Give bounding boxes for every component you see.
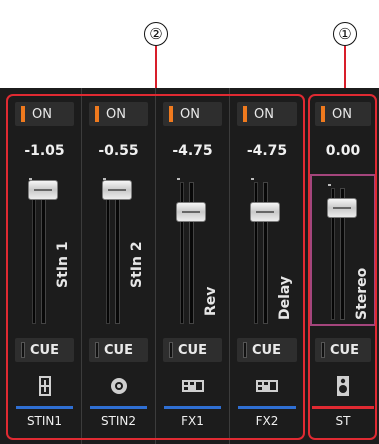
callout-2-leader — [155, 46, 157, 94]
cue-button[interactable]: CUE — [163, 338, 222, 362]
channel-name-vertical: StIn 1 — [55, 241, 71, 288]
fader-area: Stereo — [308, 174, 378, 326]
channel-color-bar — [164, 406, 221, 409]
cue-led — [243, 342, 247, 358]
fader-knob[interactable] — [327, 198, 357, 218]
fader-area: StIn 1 — [12, 174, 77, 326]
input-jack-icon — [12, 373, 77, 399]
channel-color-bar — [16, 406, 73, 409]
level-readout: -0.55 — [98, 143, 139, 159]
channel-name: FX1 — [181, 414, 204, 428]
level-readout: -4.75 — [246, 143, 288, 159]
channel-strip-stin2: ON -0.55 StIn 2 CUE STIN2 — [82, 88, 156, 444]
cue-led — [169, 342, 173, 358]
channel-strip-stin1: ON -1.05 StIn 1 CUE STIN1 — [8, 88, 82, 444]
fader-knob[interactable] — [102, 180, 132, 200]
cue-led — [95, 342, 99, 358]
fader-area: Delay — [234, 174, 300, 326]
callout-1-leader — [344, 46, 346, 94]
channel-name: STIN1 — [26, 414, 63, 428]
fader-track — [41, 182, 46, 324]
level-readout: -4.75 — [172, 143, 213, 159]
on-led — [243, 106, 247, 122]
cue-button[interactable]: CUE — [315, 338, 371, 362]
channel-name-vertical: Delay — [277, 275, 293, 320]
on-button[interactable]: ON — [89, 102, 148, 126]
level-meter — [32, 182, 36, 324]
tick-mark — [328, 184, 331, 186]
channel-name: FX2 — [255, 414, 279, 428]
speaker-icon — [312, 373, 374, 399]
level-meter — [106, 182, 110, 324]
channel-strip-fx1: ON -4.75 Rev CUE FX1 — [156, 88, 230, 444]
on-button[interactable]: ON — [237, 102, 297, 126]
cue-button[interactable]: CUE — [15, 338, 74, 362]
fader-knob[interactable] — [28, 180, 58, 200]
fader-area: StIn 2 — [86, 174, 151, 326]
on-button[interactable]: ON — [15, 102, 74, 126]
cd-disc-icon — [86, 373, 151, 399]
on-button[interactable]: ON — [163, 102, 222, 126]
callout-1: ① — [333, 22, 357, 46]
tick-mark — [177, 178, 180, 180]
channel-name: ST — [310, 412, 376, 430]
channel-color-bar — [238, 406, 296, 409]
effect-unit-icon — [234, 373, 300, 399]
on-led — [21, 106, 25, 122]
on-led — [95, 106, 99, 122]
cue-button[interactable]: CUE — [89, 338, 148, 362]
effect-unit-icon — [160, 373, 225, 399]
on-button[interactable]: ON — [315, 102, 371, 126]
channel-strip-st: ON 0.00 Stereo CUE ST — [308, 88, 378, 444]
on-led — [169, 106, 173, 122]
level-readout: 0.00 — [325, 143, 361, 159]
channel-name-vertical: Stereo — [354, 267, 370, 320]
channel-color-bar — [312, 406, 374, 409]
on-led — [321, 106, 325, 122]
fader-knob[interactable] — [176, 202, 206, 222]
cue-button[interactable]: CUE — [237, 338, 297, 362]
channel-name-vertical: StIn 2 — [129, 241, 145, 288]
fader-knob[interactable] — [250, 202, 280, 222]
fader-area: Rev — [160, 174, 225, 326]
channel-name-vertical: Rev — [203, 286, 219, 316]
channel-strip-fx2: ON -4.75 Delay CUE FX2 — [230, 88, 304, 444]
level-readout: -1.05 — [24, 143, 65, 159]
fader-track — [115, 182, 120, 324]
channel-color-bar — [90, 406, 147, 409]
cue-led — [321, 342, 325, 358]
cue-led — [21, 342, 25, 358]
callout-2: ② — [144, 22, 168, 46]
tick-mark — [251, 178, 254, 180]
channel-name: STIN2 — [100, 414, 137, 428]
